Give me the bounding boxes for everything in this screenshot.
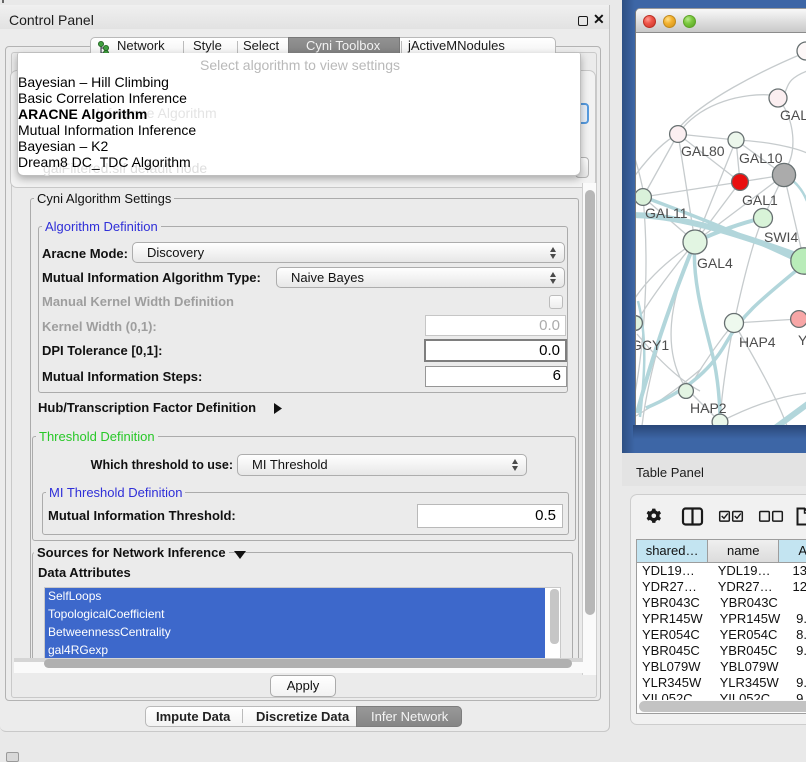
svg-text:GAL11: GAL11 bbox=[645, 205, 688, 221]
svg-text:HAP4: HAP4 bbox=[739, 334, 776, 350]
svg-text:Y: Y bbox=[798, 332, 806, 348]
svg-text:GAL80: GAL80 bbox=[681, 143, 725, 159]
svg-text:GAL4: GAL4 bbox=[697, 255, 733, 271]
svg-text:GAL1: GAL1 bbox=[742, 192, 778, 208]
svg-text:GCY1: GCY1 bbox=[636, 337, 669, 353]
svg-text:HAP2: HAP2 bbox=[690, 400, 727, 416]
svg-text:SWI4: SWI4 bbox=[764, 229, 798, 245]
svg-text:GAL10: GAL10 bbox=[739, 150, 783, 166]
svg-text:GAL7: GAL7 bbox=[780, 107, 806, 123]
